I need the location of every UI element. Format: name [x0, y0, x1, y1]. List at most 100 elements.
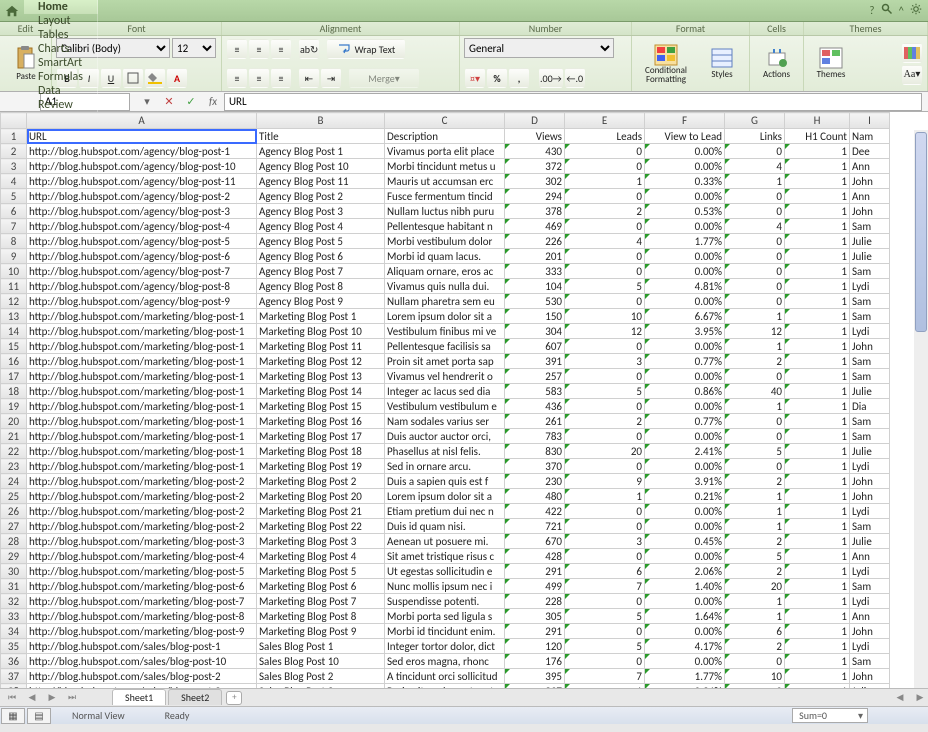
- cell[interactable]: Agency Blog Post 4: [257, 219, 385, 234]
- row-header[interactable]: 28: [1, 534, 27, 549]
- column-header-E[interactable]: E: [565, 113, 645, 129]
- cell[interactable]: http://blog.hubspot.com/agency/blog-post…: [27, 264, 257, 279]
- cell[interactable]: Sam: [850, 369, 890, 384]
- row-header[interactable]: 33: [1, 609, 27, 624]
- cell[interactable]: 1: [785, 339, 850, 354]
- cell[interactable]: 150: [505, 309, 565, 324]
- cell[interactable]: 2.06%: [645, 564, 725, 579]
- cell[interactable]: http://blog.hubspot.com/sales/blog-post-…: [27, 669, 257, 684]
- cell[interactable]: 20: [565, 444, 645, 459]
- cell[interactable]: http://blog.hubspot.com/agency/blog-post…: [27, 174, 257, 189]
- cell[interactable]: 0: [725, 429, 785, 444]
- hscroll-left[interactable]: ◀: [892, 691, 908, 705]
- cell[interactable]: 1: [785, 444, 850, 459]
- row-header[interactable]: 3: [1, 159, 27, 174]
- align-bottom-button[interactable]: ≡: [271, 39, 291, 59]
- column-header-G[interactable]: G: [725, 113, 785, 129]
- cell[interactable]: http://blog.hubspot.com/marketing/blog-p…: [27, 609, 257, 624]
- cell[interactable]: Agency Blog Post 9: [257, 294, 385, 309]
- cell[interactable]: 0: [725, 279, 785, 294]
- cell[interactable]: 830: [505, 444, 565, 459]
- cell[interactable]: Marketing Blog Post 14: [257, 384, 385, 399]
- cell[interactable]: Marketing Blog Post 17: [257, 429, 385, 444]
- row-header[interactable]: 38: [1, 684, 27, 689]
- cell[interactable]: Vestibulum vestibulum e: [385, 399, 505, 414]
- cell[interactable]: 1: [785, 294, 850, 309]
- cell[interactable]: 0.00%: [645, 294, 725, 309]
- cell[interactable]: Julie: [850, 384, 890, 399]
- cell[interactable]: Lorem ipsum dolor sit a: [385, 489, 505, 504]
- row-header[interactable]: 36: [1, 654, 27, 669]
- cell[interactable]: http://blog.hubspot.com/agency/blog-post…: [27, 234, 257, 249]
- cell[interactable]: 0.00%: [645, 219, 725, 234]
- cell[interactable]: 1: [725, 594, 785, 609]
- cell[interactable]: Lydi: [850, 564, 890, 579]
- cell[interactable]: Mauris ut accumsan erc: [385, 174, 505, 189]
- cell[interactable]: John: [850, 174, 890, 189]
- cell[interactable]: 0.00%: [645, 249, 725, 264]
- theme-fonts-button[interactable]: Aa▾: [902, 65, 922, 85]
- cell[interactable]: 0: [565, 459, 645, 474]
- cell[interactable]: Duis id quam nisi.: [385, 519, 505, 534]
- cell[interactable]: http://blog.hubspot.com/marketing/blog-p…: [27, 444, 257, 459]
- cell[interactable]: Ann: [850, 189, 890, 204]
- cell[interactable]: Suspendisse potenti.: [385, 594, 505, 609]
- row-header[interactable]: 30: [1, 564, 27, 579]
- cell[interactable]: 0.00%: [645, 399, 725, 414]
- cell[interactable]: 670: [505, 534, 565, 549]
- cell[interactable]: Vivamus quis nulla dui.: [385, 279, 505, 294]
- cell[interactable]: 0.53%: [645, 204, 725, 219]
- cell[interactable]: 469: [505, 219, 565, 234]
- align-right-button[interactable]: ≡: [271, 68, 291, 88]
- cell[interactable]: 1: [785, 324, 850, 339]
- cell[interactable]: http://blog.hubspot.com/marketing/blog-p…: [27, 564, 257, 579]
- cell[interactable]: 5: [565, 384, 645, 399]
- merge-button[interactable]: Merge ▾: [349, 68, 419, 88]
- cell[interactable]: Links: [725, 129, 785, 144]
- cell[interactable]: 0.77%: [645, 354, 725, 369]
- cell[interactable]: Sales Blog Post 1: [257, 639, 385, 654]
- cell[interactable]: Sam: [850, 429, 890, 444]
- row-header[interactable]: 31: [1, 579, 27, 594]
- row-header[interactable]: 2: [1, 144, 27, 159]
- cell[interactable]: Marketing Blog Post 19: [257, 459, 385, 474]
- cell[interactable]: Fusce fermentum tincid: [385, 189, 505, 204]
- cell[interactable]: 304: [505, 324, 565, 339]
- cell[interactable]: Sam: [850, 414, 890, 429]
- cell[interactable]: 3.95%: [645, 324, 725, 339]
- cell[interactable]: 1.40%: [645, 579, 725, 594]
- cell[interactable]: http://blog.hubspot.com/agency/blog-post…: [27, 279, 257, 294]
- cell[interactable]: 1: [785, 309, 850, 324]
- cell[interactable]: 1: [725, 609, 785, 624]
- cell[interactable]: Vivamus vel hendrerit o: [385, 369, 505, 384]
- cell[interactable]: Marketing Blog Post 21: [257, 504, 385, 519]
- cell[interactable]: 0.00%: [645, 339, 725, 354]
- accept-formula-icon[interactable]: ✓: [182, 93, 200, 111]
- increase-indent-button[interactable]: ⇥: [321, 68, 341, 88]
- row-header[interactable]: 11: [1, 279, 27, 294]
- cell[interactable]: 257: [505, 369, 565, 384]
- row-header[interactable]: 25: [1, 489, 27, 504]
- cell[interactable]: 0.00%: [645, 504, 725, 519]
- cell[interactable]: 3.91%: [645, 474, 725, 489]
- underline-button[interactable]: U: [101, 68, 121, 88]
- cell[interactable]: Lorem ipsum dolor sit a: [385, 309, 505, 324]
- cell[interactable]: http://blog.hubspot.com/marketing/blog-p…: [27, 339, 257, 354]
- cell[interactable]: Marketing Blog Post 11: [257, 339, 385, 354]
- cell[interactable]: http://blog.hubspot.com/marketing/blog-p…: [27, 624, 257, 639]
- cell[interactable]: Marketing Blog Post 8: [257, 609, 385, 624]
- cell[interactable]: Ann: [850, 609, 890, 624]
- cell[interactable]: Marketing Blog Post 7: [257, 594, 385, 609]
- cell[interactable]: 4: [565, 234, 645, 249]
- cell[interactable]: 2: [725, 564, 785, 579]
- cell[interactable]: 1.77%: [645, 669, 725, 684]
- ribbon-tab-review[interactable]: Review: [24, 98, 98, 112]
- status-sum-display[interactable]: Sum=0: [792, 708, 868, 723]
- cell[interactable]: 176: [505, 654, 565, 669]
- cell[interactable]: 1.64%: [645, 609, 725, 624]
- cell[interactable]: 291: [505, 564, 565, 579]
- row-header[interactable]: 35: [1, 639, 27, 654]
- row-header[interactable]: 32: [1, 594, 27, 609]
- cell[interactable]: 1: [785, 279, 850, 294]
- cell[interactable]: 6.67%: [645, 309, 725, 324]
